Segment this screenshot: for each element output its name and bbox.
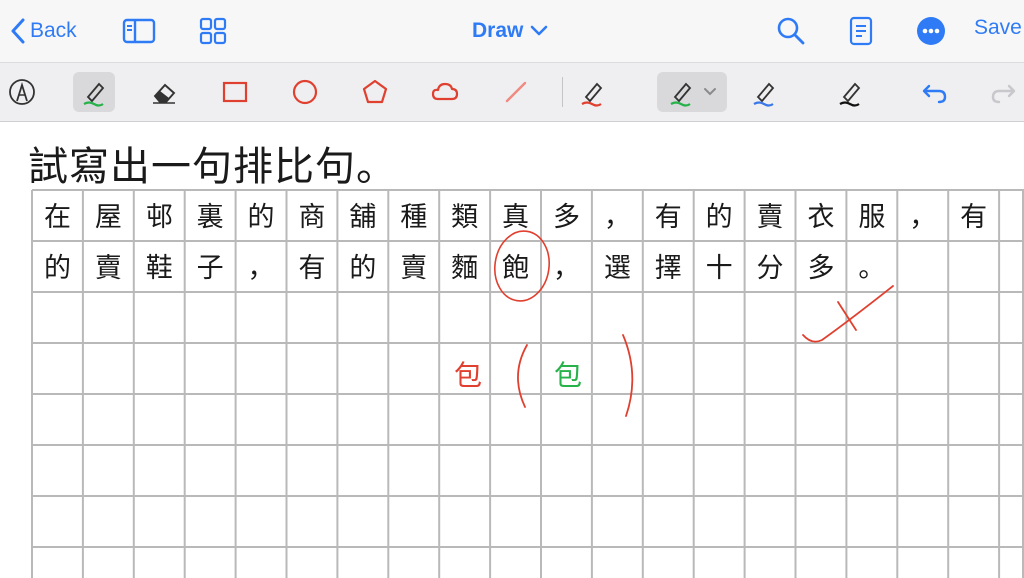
handwritten-char: ，: [553, 253, 580, 284]
handwritten-char: 有: [960, 202, 987, 233]
handwritten-char: 邨: [146, 202, 173, 233]
handwritten-char: 鞋: [146, 253, 173, 284]
writing-grid: [31, 189, 1024, 578]
handwritten-char: 多: [807, 253, 834, 284]
handwritten-char: 分: [757, 253, 784, 284]
correction-green: 包: [554, 359, 582, 392]
handwritten-char: 的: [706, 202, 733, 233]
handwritten-char: 舖: [349, 202, 376, 233]
handwritten-char: 麵: [451, 253, 478, 284]
handwritten-char: 的: [349, 253, 376, 284]
handwritten-char: 有: [298, 253, 325, 284]
handwritten-char: 在: [44, 202, 71, 233]
handwritten-char: 真: [502, 202, 529, 233]
handwritten-char: 種: [400, 202, 427, 233]
handwritten-char: 。: [858, 253, 885, 284]
handwritten-char: 飽: [502, 253, 529, 284]
correction-red: 包: [454, 359, 482, 392]
handwritten-char: 擇: [655, 253, 682, 284]
handwritten-char: 賣: [400, 253, 427, 284]
handwritten-char: 商: [298, 202, 325, 233]
handwritten-char: 的: [44, 253, 71, 284]
handwritten-char: ，: [604, 202, 631, 233]
handwritten-char: ，: [248, 253, 275, 284]
handwriting-row-2: 的賣鞋子，有的賣麵飽，選擇十分多。: [44, 253, 885, 284]
handwritten-char: 賣: [95, 253, 122, 284]
handwritten-char: ，: [909, 202, 936, 233]
handwritten-char: 多: [553, 202, 580, 233]
handwritten-char: 子: [197, 253, 224, 284]
red-check-mark: [802, 285, 894, 343]
handwritten-char: 有: [655, 202, 682, 233]
handwritten-char: 服: [858, 202, 885, 233]
handwritten-char: 衣: [807, 202, 834, 233]
handwritten-char: 十: [706, 253, 733, 284]
handwritten-char: 賣: [757, 202, 784, 233]
red-bracket-left: [517, 344, 528, 408]
handwritten-char: 的: [248, 202, 275, 233]
writing-canvas[interactable]: 在屋邨裏的商舖種類真多，有的賣衣服，有 的賣鞋子，有的賣麵飽，選擇十分多。 包 …: [0, 0, 1024, 578]
handwritten-char: 屋: [95, 202, 122, 233]
handwritten-char: 類: [451, 202, 478, 233]
handwritten-char: 裏: [197, 202, 224, 233]
red-bracket-right: [622, 334, 634, 417]
handwritten-char: 選: [604, 253, 631, 284]
